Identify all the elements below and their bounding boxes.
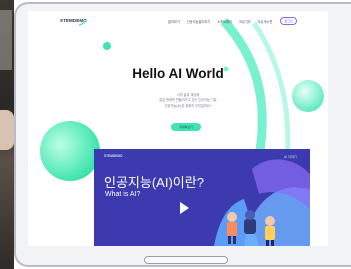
menu-item[interactable]: 인공지능알아보기: [187, 19, 210, 24]
tablet-home-bar: [144, 256, 228, 264]
hero-description: 너의 삶과 세상에 많은 변화를 만들어가고 있는 인공지능 기술 인공지능(A…: [158, 93, 218, 109]
menu-item[interactable]: 알아보기: [168, 19, 180, 24]
video-subtitle: What is AI?: [105, 191, 141, 198]
hero-line: 인공지능(AI)은 정확히 무엇일까요?: [164, 103, 212, 108]
video-logo: STEMDEMO: [104, 154, 123, 158]
hero-title: Hello AI World: [132, 66, 224, 81]
play-icon[interactable]: [180, 202, 189, 214]
background-shirt: [0, 10, 12, 70]
menu-item[interactable]: 소프트웨어: [217, 19, 232, 24]
top-navigation: STEMDEMO 알아보기 인공지능알아보기 소프트웨어 코딩기초 자유게시판 …: [28, 11, 328, 33]
video-title: 인공지능(AI)이란?: [104, 175, 204, 190]
menu-item[interactable]: 코딩기초: [239, 19, 251, 24]
menu-item[interactable]: 자유게시판: [258, 19, 273, 24]
tablet-screen: STEMDEMO 알아보기 인공지능알아보기 소프트웨어 코딩기초 자유게시판 …: [28, 11, 328, 246]
background-hand: [0, 110, 14, 150]
logo-swoosh-icon: [79, 20, 87, 26]
video-player[interactable]: STEMDEMO AI 이야기 인공지능(AI)이란? What is AI?: [94, 149, 310, 246]
main-menu: 알아보기 인공지능알아보기 소프트웨어 코딩기초 자유게시판: [168, 19, 272, 24]
learn-more-button[interactable]: 자세히보기: [171, 123, 201, 131]
background-photo: [0, 0, 14, 269]
login-button[interactable]: 로그인: [280, 17, 297, 25]
video-channel-label: AI 이야기: [284, 155, 297, 159]
